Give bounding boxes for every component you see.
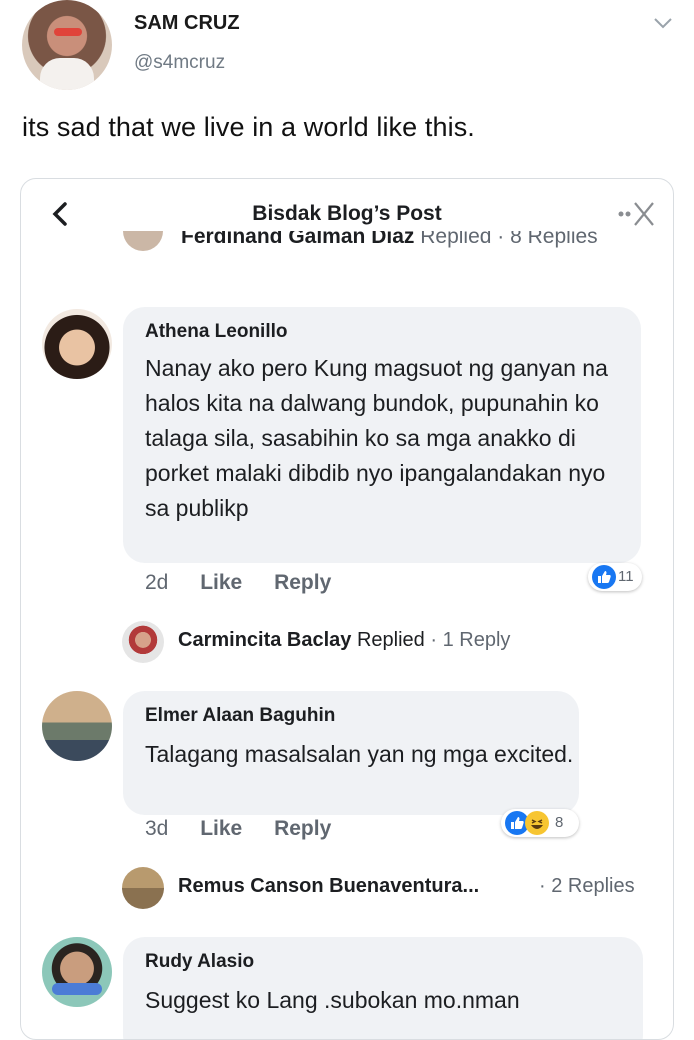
reply-author: Ferdinand Galman Diaz (181, 231, 415, 248)
commenter-avatar[interactable] (42, 309, 112, 379)
like-button[interactable]: Like (200, 571, 242, 595)
commenter-avatar[interactable] (42, 937, 112, 1007)
reaction-summary[interactable]: 11 (588, 563, 642, 591)
tweet-author-handle[interactable]: @s4mcruz (134, 52, 225, 74)
comment-actions: 2d Like Reply (145, 571, 357, 595)
reply-count: · 8 Replies (497, 231, 598, 248)
reaction-count: 11 (618, 568, 634, 585)
tweet-header: SAM CRUZ @s4mcruz (0, 0, 694, 110)
comment-text: Suggest ko Lang .subokan mo.nman (145, 987, 520, 1013)
reply-author: Carmincita Baclay (178, 629, 352, 651)
tweet-author-avatar[interactable] (22, 0, 112, 90)
cutoff-reply-summary[interactable]: Ferdinand Galman Diaz Replied · 8 Replie… (121, 231, 661, 275)
reply-count[interactable]: · 2 Replies (539, 875, 635, 898)
comment-bubble: Athena Leonillo Nanay ako pero Kung mags… (123, 307, 641, 563)
comment-text: Nanay ako pero Kung magsuot ng ganyan na… (145, 355, 608, 521)
tweet-author-name[interactable]: SAM CRUZ (134, 12, 240, 35)
reply-button[interactable]: Reply (274, 571, 331, 595)
fb-post-title: Bisdak Blog’s Post (252, 202, 442, 225)
facebook-post-screenshot: Bisdak Blog’s Post Ferdinand Galman Diaz… (20, 178, 674, 1040)
avatar-frame-badge (52, 983, 102, 995)
comment-bubble: Rudy Alasio Suggest ko Lang .subokan mo.… (123, 937, 643, 1039)
comment-actions: 3d Like Reply (145, 817, 357, 841)
comment-text: Talagang masalsalan yan ng mga excited. (145, 741, 574, 767)
avatar-shirt (40, 58, 94, 90)
reply-label: Replied (356, 629, 425, 651)
comment-author[interactable]: Rudy Alasio (145, 951, 254, 973)
comment-time[interactable]: 2d (145, 571, 168, 595)
like-reaction-icon (592, 565, 616, 589)
commenter-avatar[interactable] (42, 691, 112, 761)
like-button[interactable]: Like (200, 817, 242, 841)
reply-button[interactable]: Reply (274, 817, 331, 841)
reply-summary[interactable]: Carmincita Baclay Replied · 1 Reply (178, 629, 510, 652)
avatar-glasses (54, 28, 82, 36)
reaction-count: 8 (555, 814, 564, 831)
reaction-summary[interactable]: 8 (501, 809, 579, 837)
comment-author[interactable]: Elmer Alaan Baguhin (145, 705, 335, 727)
reply-label: Replied (420, 231, 492, 248)
reply-avatar (122, 621, 164, 663)
reply-author[interactable]: Remus Canson Buenaventura... (178, 875, 479, 898)
tweet-text: its sad that we live in a world like thi… (22, 112, 475, 142)
reply-avatar (123, 231, 163, 251)
haha-reaction-icon (525, 811, 549, 835)
chevron-down-icon[interactable] (652, 12, 674, 34)
comment-bubble: Elmer Alaan Baguhin Talagang masalsalan … (123, 691, 579, 815)
comment-time[interactable]: 3d (145, 817, 168, 841)
reply-avatar (122, 867, 164, 909)
reply-count: · 1 Reply (430, 629, 511, 651)
comment-author[interactable]: Athena Leonillo (145, 321, 288, 343)
more-close-icon[interactable] (615, 197, 659, 231)
